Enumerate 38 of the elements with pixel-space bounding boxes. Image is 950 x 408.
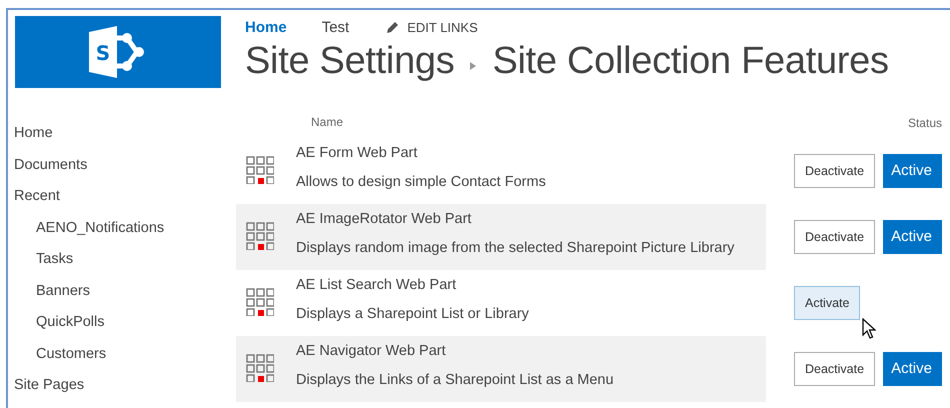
status-button[interactable]: Deactivate — [794, 154, 876, 188]
feature-name: AE List Search Web Part — [296, 276, 458, 294]
feature-name: AE ImageRotator Web Part — [296, 210, 472, 228]
sidebar-item[interactable]: Site Pages — [14, 376, 84, 408]
sidebar-item[interactable]: AENO_Notifications — [36, 218, 164, 250]
status-button[interactable]: Deactivate — [794, 352, 876, 386]
feature-description: Allows to design simple Contact Forms — [296, 173, 546, 191]
feature-icon — [246, 222, 274, 250]
status-label: Active — [883, 352, 942, 386]
column-header: Name — [311, 115, 344, 131]
mouse-cursor-icon — [862, 318, 876, 339]
page-title: Site Collection Features — [492, 40, 889, 83]
sidebar-item[interactable]: Home — [14, 124, 53, 156]
feature-icon — [246, 288, 274, 316]
nav-link[interactable]: Home — [245, 19, 287, 36]
sidebar-item[interactable]: Tasks — [36, 250, 74, 282]
feature-name: AE Form Web Part — [296, 144, 418, 162]
feature-description: Displays random image from the selected Sharepoint Picture Library — [296, 239, 734, 257]
breadcrumb-link[interactable]: Site Settings — [245, 40, 454, 83]
feature-description: Displays a Sharepoint List or Library — [296, 305, 529, 323]
feature-icon — [246, 156, 274, 184]
feature-name: AE Navigator Web Part — [296, 342, 447, 360]
sidebar-item[interactable]: QuickPolls — [36, 313, 104, 344]
status-label: Active — [883, 154, 942, 188]
edit-links-link[interactable]: EDIT LINKS — [386, 20, 478, 35]
status-label: Active — [883, 220, 942, 254]
status-button[interactable]: Activate — [794, 286, 860, 320]
status-button[interactable]: Deactivate — [794, 220, 876, 254]
sidebar-item[interactable]: Customers — [36, 344, 106, 376]
nav-link[interactable]: Test — [322, 19, 350, 36]
sidebar-item[interactable]: Documents — [14, 156, 88, 187]
column-header: Status — [908, 116, 942, 132]
feature-icon — [246, 354, 274, 382]
pencil-icon — [386, 21, 400, 34]
breadcrumb-arrow-icon — [470, 62, 476, 70]
sidebar-item[interactable]: Recent — [14, 187, 60, 218]
sidebar-item[interactable]: Banners — [36, 282, 90, 313]
feature-description: Displays the Links of a Sharepoint List as a Menu — [296, 371, 614, 389]
